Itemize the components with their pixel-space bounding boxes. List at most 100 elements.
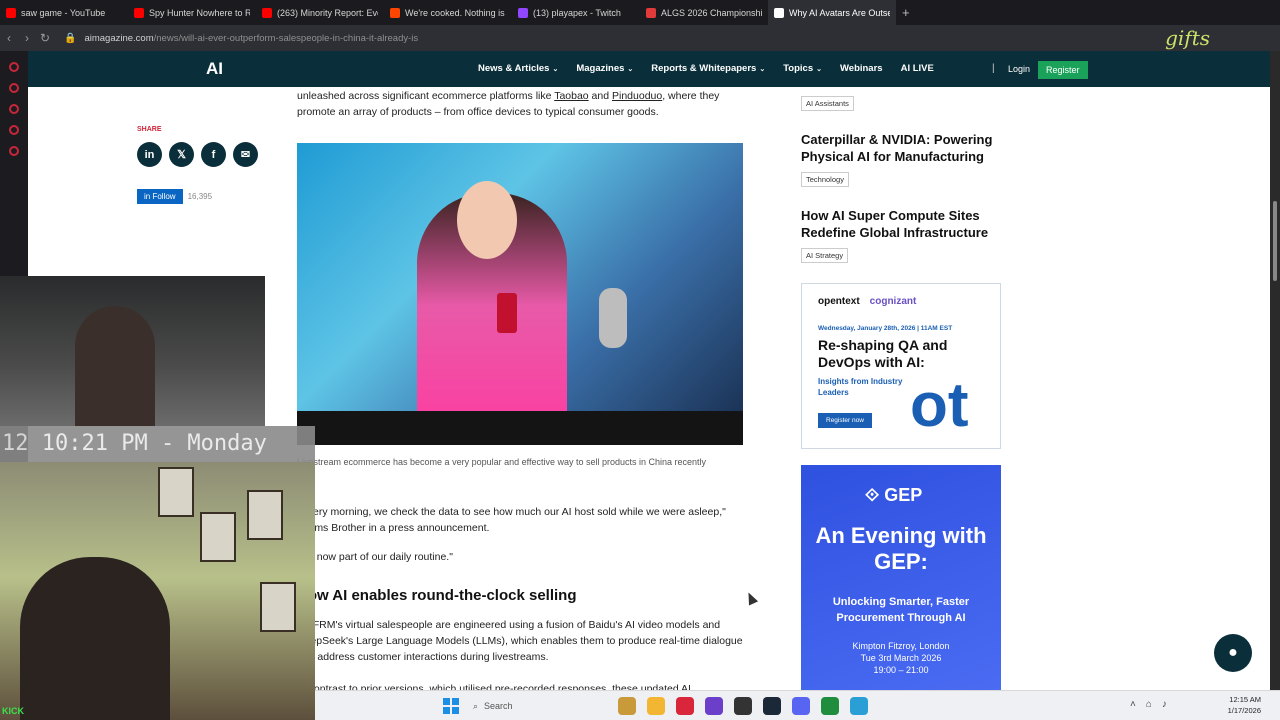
webcam-feed-2 [0,462,315,720]
browser-tab[interactable]: Why AI Avatars Are Outse [768,0,896,25]
system-tray: ˄ ⌂ ♪ [1130,699,1167,710]
browser-toolbar: ‹ › ↻ 🔒 aimagazine.com/news/will-ai-ever… [0,25,1280,51]
sidebar-app-icon[interactable] [9,146,19,156]
tag-ai-assistants[interactable]: AI Assistants [801,96,854,111]
nav-item[interactable]: News & Articles ⌄ [478,63,558,74]
tab-favicon-icon [774,7,784,18]
browser-tab[interactable]: (263) Minority Report: Every [256,0,384,25]
site-logo[interactable]: AI [206,59,223,79]
browser-tab[interactable]: ALGS 2026 Championship [640,0,768,25]
tab-label: (13) playapex - Twitch [533,7,621,18]
tab-label: Spy Hunter Nowhere to Run [149,7,250,18]
related-article-tag[interactable]: Technology [801,172,849,187]
ad-date: Wednesday, January 28th, 2026 | 11AM EST [818,325,953,332]
wall-photo [200,512,236,562]
microphone [599,288,627,348]
gep-logo: ⟐ GEP [865,485,923,505]
article-quote: "It's now part of our daily routine." [297,551,453,563]
related-article-tag[interactable]: AI Strategy [801,248,849,263]
wall-photo [247,490,283,540]
sidebar-app-icon[interactable] [9,125,19,135]
tab-label: We're cooked. Nothing is [405,7,505,18]
taskbar-app-icon[interactable] [734,697,752,715]
sidebar-app-icon[interactable] [9,62,19,72]
taskbar-app-icon[interactable] [705,697,723,715]
tab-favicon-icon [518,7,528,18]
ad-register-button[interactable]: Register now [818,413,872,428]
new-tab-button[interactable]: + [896,5,916,20]
tab-favicon-icon [6,7,16,18]
webcam-person [20,557,170,720]
screen: saw game - YouTube Spy Hunter Nowhere to … [0,0,1280,720]
sidebar-app-icon[interactable] [9,104,19,114]
taskbar-clock[interactable]: 12:15 AM 1/17/2026 [1215,694,1261,716]
ad-headline: An Evening with GEP: [815,523,987,574]
tab-favicon-icon [390,7,400,18]
page-scrollbar[interactable] [1270,51,1280,720]
url-domain: aimagazine.com [84,32,154,44]
tab-favicon-icon [646,7,656,18]
tab-label: ALGS 2026 Championship [661,7,762,18]
taskbar-app-icon[interactable] [850,697,868,715]
article-quote: "Every morning, we check the data to see… [297,506,726,534]
ad-subheadline: Unlocking Smarter, Faster Procurement Th… [832,596,970,624]
facebook-icon[interactable]: f [201,142,226,167]
browser-tab[interactable]: (13) playapex - Twitch [512,0,640,25]
taskbar-app-icon[interactable] [618,697,636,715]
related-article-title[interactable]: How AI Super Compute Sites Redefine Glob… [801,207,1011,241]
pinduoduo-link[interactable]: Pinduoduo [612,90,662,102]
back-icon[interactable]: ‹ [0,31,18,45]
nav-item[interactable]: Reports & Whitepapers ⌄ [651,63,765,74]
tab-label: Why AI Avatars Are Outse [789,7,890,18]
windows-taskbar: ⌕ Search ˄ ⌂ ♪ 12:15 AM 1/17/2026 [315,690,1280,720]
nav-item[interactable]: Webinars [840,63,883,74]
chevron-down-icon: ⌄ [627,66,634,73]
taobao-link[interactable]: Taobao [554,90,588,102]
taskbar-app-icon[interactable] [647,697,665,715]
browser-tab-bar: saw game - YouTube Spy Hunter Nowhere to … [0,0,1280,25]
chevron-down-icon: ⌄ [816,66,822,73]
taskbar-search[interactable]: ⌕ Search [465,695,585,717]
share-icons: in 𝕏 f ✉ [137,142,258,167]
address-bar[interactable]: 🔒 aimagazine.com/news/will-ai-ever-outpe… [64,28,1024,48]
taskbar-app-icon[interactable] [792,697,810,715]
chevron-up-icon[interactable]: ˄ [1130,699,1136,710]
ad-brands: opentext cognizant [818,296,917,307]
share-label: SHARE [137,126,162,133]
ad-subheadline: Insights from Industry Leaders [818,377,903,397]
windows-start-icon[interactable] [443,698,459,714]
email-icon[interactable]: ✉ [233,142,258,167]
register-button[interactable]: Register [1038,61,1088,79]
nav-item[interactable]: AI LIVE [901,63,934,74]
nav-separator: | [992,63,995,74]
browser-tab[interactable]: Spy Hunter Nowhere to Run [128,0,256,25]
nav-item[interactable]: Magazines ⌄ [576,63,633,74]
gep-ad[interactable]: ⟐ GEP An Evening with GEP: Unlocking Sma… [801,465,1001,690]
search-icon: ⌕ [473,700,479,711]
forward-icon[interactable]: › [18,31,36,45]
chat-icon[interactable]: ● [1214,634,1252,672]
taskbar-apps [618,697,868,715]
search-placeholder: Search [484,701,513,711]
taskbar-app-icon[interactable] [676,697,694,715]
follow-button[interactable]: in Follow [137,189,183,204]
taskbar-app-icon[interactable] [821,697,839,715]
browser-tab[interactable]: saw game - YouTube [0,0,128,25]
tab-label: saw game - YouTube [21,7,106,18]
sidebar-app-icon[interactable] [9,83,19,93]
linkedin-icon[interactable]: in [137,142,162,167]
nav-item[interactable]: Topics ⌄ [783,63,822,74]
x-icon[interactable]: 𝕏 [169,142,194,167]
login-link[interactable]: Login [1008,64,1030,74]
image-caption: Livestream ecommerce has become a very p… [297,457,707,467]
section-heading: How AI enables round-the-clock selling [297,587,577,604]
browser-tab[interactable]: We're cooked. Nothing is [384,0,512,25]
reload-icon[interactable]: ↻ [36,31,54,45]
chevron-down-icon: ⌄ [552,66,559,73]
network-icon[interactable]: ⌂ [1146,699,1152,710]
volume-icon[interactable]: ♪ [1162,699,1167,710]
taskbar-app-icon[interactable] [763,697,781,715]
opentext-ad[interactable]: opentext cognizant Wednesday, January 28t… [801,283,1001,449]
wall-photo [158,467,194,517]
related-article-title[interactable]: Caterpillar & NVIDIA: Powering Physical … [801,131,1011,165]
